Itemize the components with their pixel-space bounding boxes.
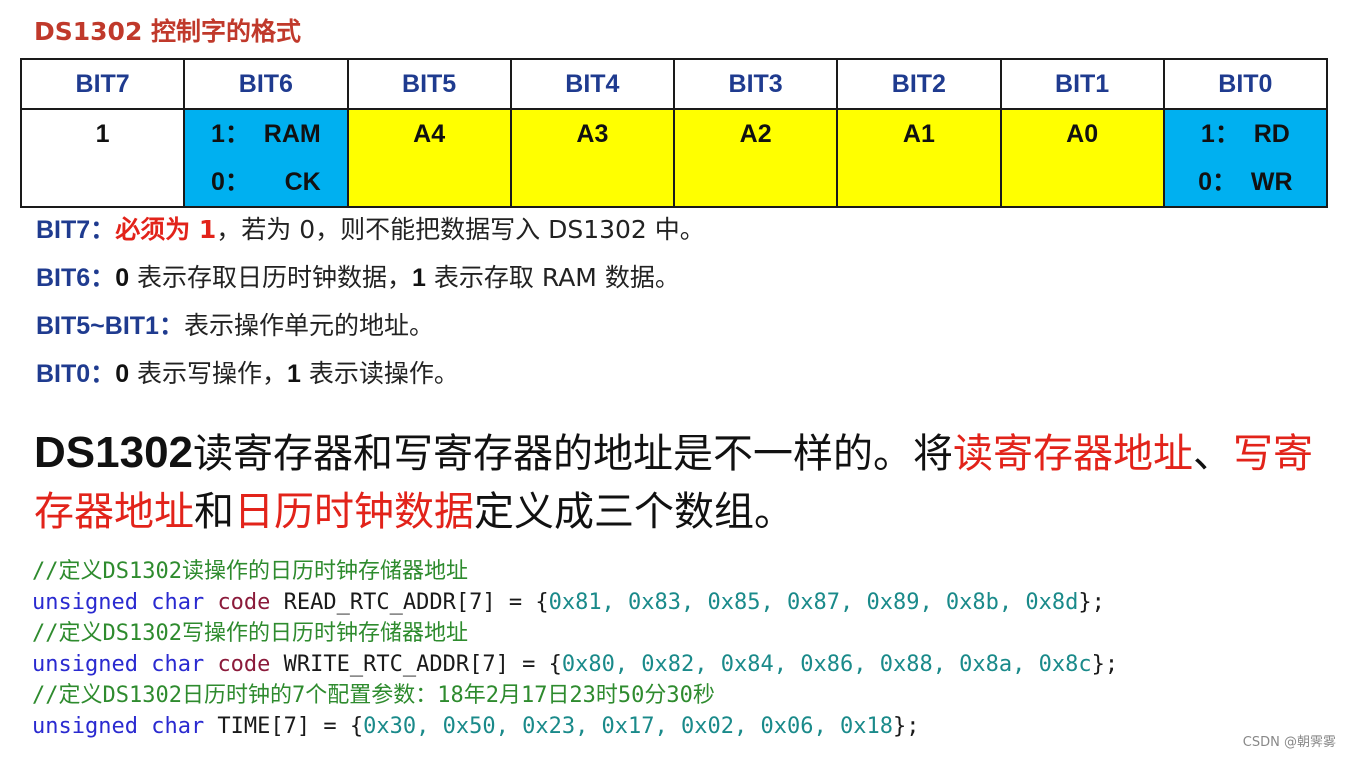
table-value-row: 1 1： RAM 0： CK A4 A3 A2 A1 A0 1： RD 0： W [19, 108, 1329, 208]
code-decl: WRITE_RTC_ADDR[7] = { [270, 652, 562, 677]
cell-bit2-value: A1 [902, 120, 935, 148]
code-block: //定义DS1302读操作的日历时钟存储器地址 unsigned char co… [32, 556, 1118, 742]
code-line-write: unsigned char code WRITE_RTC_ADDR[7] = {… [32, 649, 1118, 680]
note-bit5-1-label: BIT5~BIT1： [36, 312, 184, 340]
code-end: }; [892, 714, 920, 739]
cell-bit6: 1： RAM 0： CK [183, 108, 349, 208]
statement-calendar-data: 日历时钟数据 [234, 489, 474, 535]
note-bit0-label: BIT0： [36, 360, 116, 388]
header-bit7: BIT7 [19, 58, 186, 110]
cell-bit1-value: A0 [1066, 120, 1099, 148]
cell-bit0-wr: 0： WR [1198, 168, 1293, 196]
header-bit0: BIT0 [1162, 58, 1329, 110]
statement-read-addr: 读寄存器地址 [953, 431, 1194, 477]
code-keyword-code: code [217, 652, 271, 677]
cell-bit0-rd: 1： RD [1200, 120, 1290, 148]
cell-bit7-value: 1 [95, 120, 110, 148]
cell-bit3: A2 [672, 108, 839, 208]
cell-bit5: A4 [346, 108, 512, 208]
code-line-read: unsigned char code READ_RTC_ADDR[7] = {0… [32, 587, 1118, 618]
cell-bit5-value: A4 [413, 120, 446, 148]
note-bit5-1: BIT5~BIT1：表示操作单元的地址。 [36, 304, 705, 352]
note-bit0-t0: 表示写操作， [129, 359, 288, 388]
code-decl: TIME[7] = { [204, 714, 364, 739]
control-byte-table: BIT7 BIT6 BIT5 BIT4 BIT3 BIT2 BIT1 BIT0 … [19, 58, 1329, 208]
code-comment-read: //定义DS1302读操作的日历时钟存储器地址 [32, 559, 468, 584]
code-decl: READ_RTC_ADDR[7] = { [270, 590, 549, 615]
note-bit5-1-text: 表示操作单元的地址。 [183, 311, 434, 340]
code-comment-time: //定义DS1302日历时钟的7个配置参数：18年2月17日23时50分30秒 [32, 683, 715, 708]
statement-part2: 读寄存器和写寄存器的地址是不一样的。将 [193, 431, 954, 477]
statement-part4: 和 [194, 489, 234, 535]
statement-chip: DS1302 [34, 428, 194, 477]
code-keyword: unsigned char [32, 714, 205, 739]
cell-bit1: A0 [999, 108, 1165, 208]
code-comment-write: //定义DS1302写操作的日历时钟存储器地址 [32, 621, 468, 646]
header-bit5: BIT5 [346, 58, 512, 110]
note-bit6-v0: 0 [115, 264, 130, 292]
statement-part3: 、 [1193, 431, 1234, 477]
note-bit6-label: BIT6： [36, 264, 116, 292]
note-bit6: BIT6：0 表示存取日历时钟数据，1 表示存取 RAM 数据。 [36, 256, 705, 304]
code-values: 0x80, 0x82, 0x84, 0x86, 0x88, 0x8a, 0x8c [561, 652, 1092, 677]
cell-bit7: 1 [19, 108, 186, 208]
bit-notes: BIT7：必须为 1，若为 0，则不能把数据写入 DS1302 中。 BIT6：… [36, 208, 705, 400]
statement-part5: 定义成三个数组。 [474, 489, 794, 535]
cell-bit2: A1 [836, 108, 1002, 208]
code-line-time: unsigned char TIME[7] = {0x30, 0x50, 0x2… [32, 711, 1118, 742]
header-bit2: BIT2 [836, 58, 1002, 110]
table-header-row: BIT7 BIT6 BIT5 BIT4 BIT3 BIT2 BIT1 BIT0 [19, 58, 1329, 110]
note-bit7-label: BIT7： [36, 216, 116, 244]
note-bit7: BIT7：必须为 1，若为 0，则不能把数据写入 DS1302 中。 [36, 208, 705, 256]
note-bit7-text: ，若为 0，则不能把数据写入 DS1302 中。 [216, 215, 705, 244]
cell-bit4-value: A3 [576, 120, 609, 148]
code-end: }; [1091, 652, 1119, 677]
cell-bit0: 1： RD 0： WR [1162, 108, 1329, 208]
cell-bit6-ck: 0： CK [211, 168, 321, 196]
code-values: 0x30, 0x50, 0x23, 0x17, 0x02, 0x06, 0x18 [363, 714, 893, 739]
code-keyword-code: code [217, 590, 271, 615]
csdn-watermark: CSDN @朝霁雾 [1242, 735, 1336, 750]
note-bit6-t0: 表示存取日历时钟数据， [129, 263, 413, 292]
cell-bit4: A3 [509, 108, 676, 208]
code-end: }; [1078, 590, 1105, 615]
note-bit7-emphasis: 必须为 1 [115, 215, 217, 244]
page-title: DS1302 控制字的格式 [34, 17, 302, 46]
header-bit6: BIT6 [183, 58, 349, 110]
note-bit0-t1: 表示读操作。 [300, 359, 459, 388]
cell-bit3-value: A2 [739, 120, 772, 148]
address-statement: DS1302读寄存器和写寄存器的地址是不一样的。将读寄存器地址、写寄存器地址和日… [34, 424, 1334, 541]
code-keyword: unsigned char [32, 590, 205, 615]
code-keyword: unsigned char [32, 652, 205, 677]
note-bit0-v1: 1 [287, 360, 301, 388]
note-bit6-t1: 表示存取 RAM 数据。 [425, 263, 680, 292]
header-bit1: BIT1 [999, 58, 1165, 110]
header-bit4: BIT4 [509, 58, 676, 110]
note-bit0: BIT0：0 表示写操作，1 表示读操作。 [36, 352, 705, 400]
header-bit3: BIT3 [672, 58, 839, 110]
code-values: 0x81, 0x83, 0x85, 0x87, 0x89, 0x8b, 0x8d [548, 590, 1079, 615]
note-bit6-v1: 1 [412, 264, 426, 292]
note-bit0-v0: 0 [115, 360, 130, 388]
cell-bit6-ram: 1： RAM [211, 120, 321, 148]
